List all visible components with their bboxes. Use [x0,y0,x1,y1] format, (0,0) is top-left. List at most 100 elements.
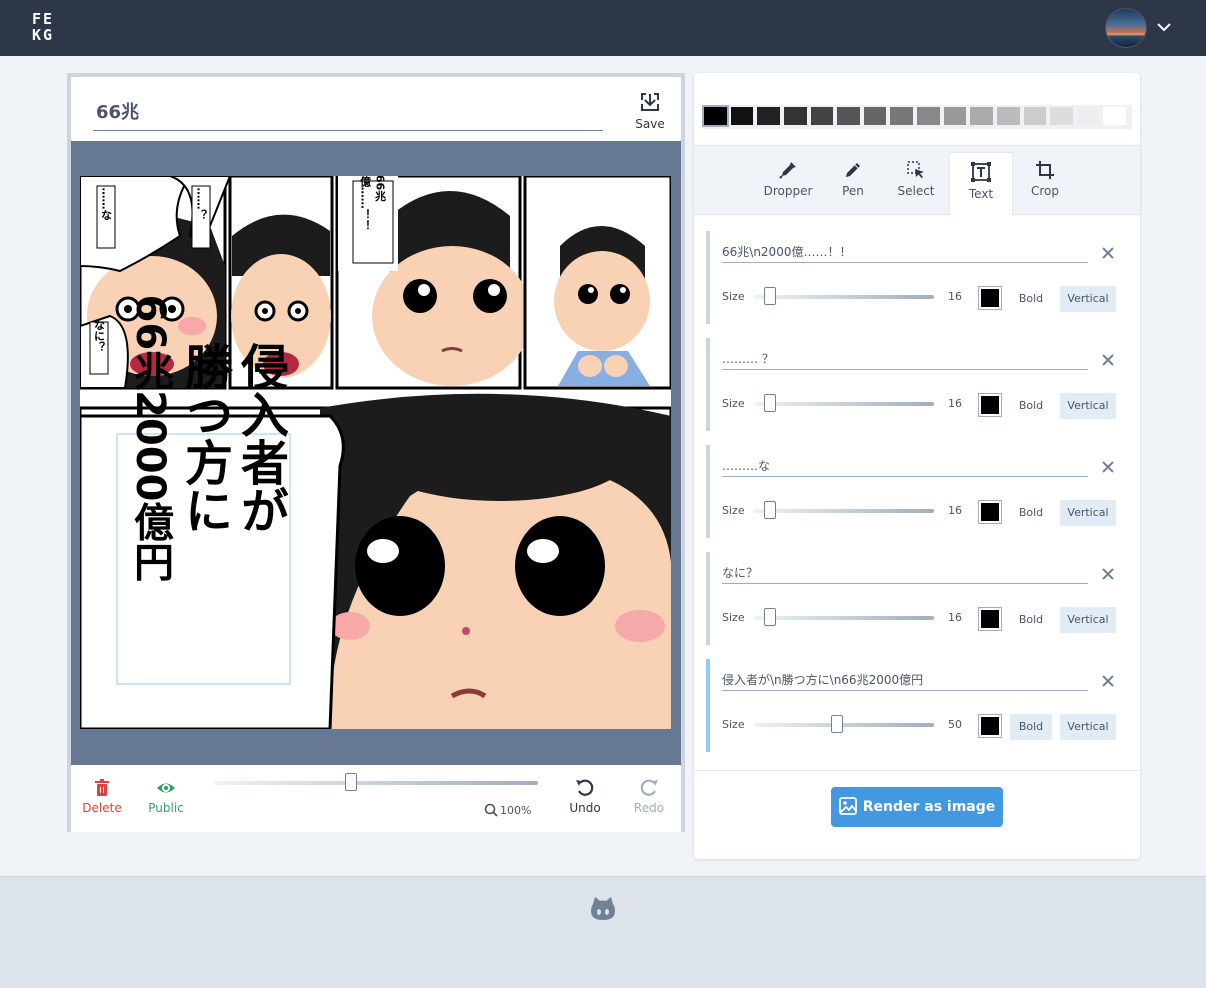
size-label: Size [722,290,745,303]
vertical-toggle[interactable]: Vertical [1060,286,1116,312]
github-icon[interactable] [588,894,618,924]
vertical-toggle[interactable]: Vertical [1060,607,1116,633]
text-layer-input[interactable]: 66兆\n2000億……！！ [722,243,1088,263]
close-icon[interactable] [1100,352,1116,368]
zoom-slider-thumb[interactable] [345,773,357,791]
text-icon [971,162,991,182]
size-slider-thumb[interactable] [764,501,776,519]
close-icon[interactable] [1100,673,1116,689]
app-logo[interactable]: FE KG [32,12,64,44]
close-icon[interactable] [1100,245,1116,261]
color-swatch[interactable] [917,107,940,125]
user-avatar[interactable] [1105,8,1147,48]
canvas-area[interactable]: ……な なに？ ……？ 66兆 2000億……！！ 侵入者が 勝つ方に 66兆2… [71,141,681,765]
vertical-toggle[interactable]: Vertical [1060,500,1116,526]
vertical-toggle[interactable]: Vertical [1060,393,1116,419]
color-swatch[interactable] [810,107,834,125]
tab-text[interactable]: Text [949,152,1013,216]
undo-button[interactable]: Undo [560,779,610,815]
color-swatch[interactable] [783,107,807,125]
bubble-text-2: ……？ [195,188,208,221]
redo-label: Redo [633,801,665,815]
text-color-picker[interactable] [978,607,1002,631]
tab-dropper[interactable]: Dropper [762,152,814,214]
zoom-slider[interactable] [214,781,538,785]
tab-pen[interactable]: Pen [836,152,870,214]
size-label: Size [722,397,745,410]
vertical-toggle[interactable]: Vertical [1060,714,1116,740]
bubble-text-4b: 2000億……！！ [359,176,372,231]
size-slider-thumb[interactable] [831,715,843,733]
crop-icon [1036,161,1054,179]
bold-toggle[interactable]: Bold [1010,393,1052,419]
download-icon [641,93,659,111]
size-value: 16 [948,611,962,624]
color-swatch[interactable] [1023,107,1047,125]
color-swatch[interactable] [837,107,860,125]
text-color-picker[interactable] [978,393,1002,417]
color-swatch[interactable] [1076,107,1100,125]
tab-crop[interactable]: Crop [1030,152,1060,214]
select-icon [907,161,924,178]
bold-toggle[interactable]: Bold [1010,286,1052,312]
text-layer-input[interactable]: なに？ [722,564,1088,584]
tab-dropper-label: Dropper [763,184,813,198]
close-icon[interactable] [1100,459,1116,475]
delete-button[interactable]: Delete [77,779,127,815]
bold-toggle[interactable]: Bold [1010,714,1052,740]
render-label: Render as image [862,799,996,815]
editor-panel: 66兆 Save ……な なに？ ……？ 66兆 2000億……！！ 侵入者が … [67,73,685,832]
dropper-icon [779,162,796,179]
size-slider-thumb[interactable] [764,287,776,305]
color-swatch[interactable] [996,107,1020,125]
text-layer-item[interactable]: 侵入者が\n勝つ方に\n66兆2000億円 Size 50 Bold Vertical [706,659,1120,752]
pen-icon [846,163,860,177]
big-text-line-3: 66兆2000億円 [127,295,174,582]
editor-toolbar: Delete Public 100% Undo Redo [71,765,681,832]
text-color-picker[interactable] [978,714,1002,738]
bold-toggle[interactable]: Bold [1010,607,1052,633]
text-layer-input[interactable]: ……… ？ [722,350,1088,370]
text-layer-input[interactable]: ………な [722,457,1088,477]
tool-tabs: Dropper Pen Select Text Crop [694,145,1140,216]
redo-button[interactable]: Redo [624,779,674,815]
size-value: 16 [948,504,962,517]
tab-select[interactable]: Select [894,152,938,214]
size-slider[interactable] [754,295,934,299]
size-slider[interactable] [754,616,934,620]
size-slider[interactable] [754,509,934,513]
color-swatch[interactable] [1103,107,1126,125]
chevron-down-icon[interactable] [1155,18,1173,36]
color-swatch[interactable] [702,105,729,127]
color-swatch[interactable] [757,107,780,125]
size-slider-thumb[interactable] [764,394,776,412]
text-color-picker[interactable] [978,286,1002,310]
color-swatch[interactable] [943,107,967,125]
manga-image[interactable]: ……な なに？ ……？ 66兆 2000億……！！ 侵入者が 勝つ方に 66兆2… [80,176,671,729]
text-layer-item[interactable]: 66兆\n2000億……！！ Size 16 Bold Vertical [706,231,1120,324]
text-color-picker[interactable] [978,500,1002,524]
text-layer-input[interactable]: 侵入者が\n勝つ方に\n66兆2000億円 [722,671,1088,691]
text-layer-item[interactable]: ………な Size 16 Bold Vertical [706,445,1120,538]
size-slider[interactable] [754,402,934,406]
title-input[interactable]: 66兆 [93,97,603,131]
color-swatch[interactable] [863,107,887,125]
top-navbar: FE KG [0,0,1206,56]
save-button[interactable]: Save [633,91,667,135]
public-toggle[interactable]: Public [141,779,191,815]
tab-text-label: Text [968,187,994,201]
redo-icon [640,779,658,796]
color-swatch[interactable] [1050,107,1073,125]
color-swatch[interactable] [890,107,913,125]
size-slider[interactable] [754,723,934,727]
tab-pen-label: Pen [842,184,864,198]
color-swatch[interactable] [730,107,754,125]
bold-toggle[interactable]: Bold [1010,500,1052,526]
color-swatch[interactable] [970,107,993,125]
render-as-image-button[interactable]: Render as image [831,787,1003,827]
undo-label: Undo [569,801,601,815]
close-icon[interactable] [1100,566,1116,582]
size-slider-thumb[interactable] [764,608,776,626]
text-layer-item[interactable]: なに？ Size 16 Bold Vertical [706,552,1120,645]
text-layer-item[interactable]: ……… ？ Size 16 Bold Vertical [706,338,1120,431]
